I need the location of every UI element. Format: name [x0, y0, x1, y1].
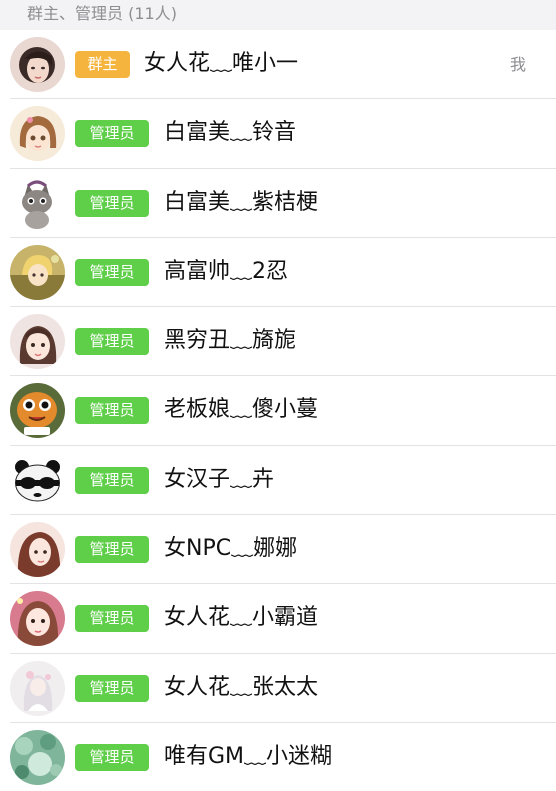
section-header: 群主、管理员 (11人): [0, 0, 556, 30]
member-row[interactable]: 管理员 女人花﹏小霸道: [0, 584, 556, 654]
member-name: 老板娘﹏傻小蔓: [164, 397, 319, 423]
member-row[interactable]: 管理员 唯有GM﹏小迷糊: [0, 722, 556, 791]
role-badge-admin: 管理员: [75, 258, 149, 286]
role-badge-admin: 管理员: [75, 120, 149, 148]
member-row[interactable]: 管理员 女人花﹏张太太: [0, 653, 556, 724]
user-avatar-icon[interactable]: [10, 106, 65, 162]
member-row[interactable]: 管理员 女汉子﹏卉: [0, 445, 556, 516]
user-avatar-icon[interactable]: [10, 452, 65, 508]
member-name: 女人花﹏张太太: [164, 674, 319, 700]
role-badge-admin: 管理员: [75, 466, 149, 494]
member-name: 唯有GM﹏小迷糊: [164, 743, 333, 769]
member-list: 群主 女人花﹏唯小一 我 管理员 白富美﹏铃音 管理员 白富美﹏紫桔梗 管理员 …: [0, 30, 556, 791]
group-admin-list-screen: 群主、管理员 (11人) 群主 女人花﹏唯小一 我 管理员 白富美﹏铃音 管理员…: [0, 0, 556, 791]
role-badge-admin: 管理员: [75, 674, 149, 702]
member-name: 女人花﹏唯小一: [144, 51, 299, 76]
member-row[interactable]: 管理员 高富帅﹏2忍: [0, 237, 556, 308]
role-badge-admin: 管理员: [75, 397, 149, 425]
member-row[interactable]: 管理员 老板娘﹏傻小蔓: [0, 376, 556, 447]
user-avatar-icon[interactable]: [10, 314, 65, 370]
role-badge-owner: 群主: [75, 51, 130, 78]
role-badge-admin: 管理员: [75, 536, 149, 564]
self-tag: 我: [509, 55, 526, 74]
member-row[interactable]: 管理员 白富美﹏紫桔梗: [0, 168, 556, 239]
role-badge-admin: 管理员: [75, 189, 149, 217]
member-name: 女汉子﹏卉: [164, 466, 275, 492]
member-row-owner[interactable]: 群主 女人花﹏唯小一 我: [0, 30, 556, 100]
user-avatar-icon[interactable]: [10, 175, 65, 231]
role-badge-admin: 管理员: [75, 605, 149, 633]
user-avatar-icon[interactable]: [10, 522, 65, 578]
user-avatar-icon[interactable]: [10, 660, 65, 716]
member-row[interactable]: 管理员 白富美﹏铃音: [0, 99, 556, 169]
user-avatar-icon[interactable]: [10, 37, 65, 92]
role-badge-admin: 管理员: [75, 328, 149, 356]
member-name: 女人花﹏小霸道: [164, 605, 319, 631]
role-badge-admin: 管理员: [75, 743, 149, 771]
member-name: 黑穷丑﹏旖旎: [164, 328, 297, 354]
user-avatar-icon[interactable]: [10, 591, 65, 647]
member-row[interactable]: 管理员 黑穷丑﹏旖旎: [0, 307, 556, 377]
user-avatar-icon[interactable]: [10, 383, 65, 439]
member-name: 女NPC﹏娜娜: [164, 536, 298, 562]
user-avatar-icon[interactable]: [10, 244, 65, 300]
member-name: 白富美﹏紫桔梗: [164, 189, 319, 215]
member-name: 高富帅﹏2忍: [164, 258, 288, 284]
member-name: 白富美﹏铃音: [164, 120, 297, 146]
user-avatar-icon[interactable]: [10, 729, 65, 785]
member-row[interactable]: 管理员 女NPC﹏娜娜: [0, 515, 556, 585]
